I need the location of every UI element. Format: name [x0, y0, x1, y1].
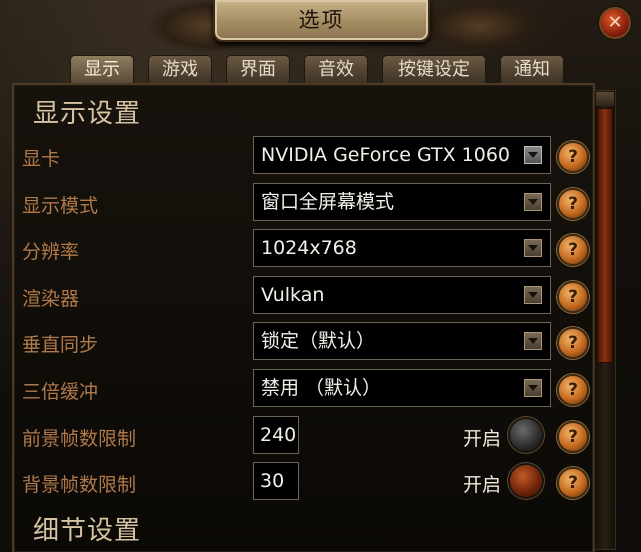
- title-plaque: 选项: [213, 0, 430, 42]
- display-mode-value: 窗口全屏幕模式: [261, 191, 395, 213]
- help-icon[interactable]: ?: [557, 421, 589, 453]
- dropdown-arrow-icon: [524, 193, 542, 211]
- tab-notifications[interactable]: 通知: [500, 55, 564, 84]
- dropdown-arrow-icon: [524, 379, 542, 397]
- renderer-value: Vulkan: [261, 284, 325, 306]
- tab-game[interactable]: 游戏: [148, 55, 212, 84]
- options-window: 选项 ✕ 显示 游戏 界面 音效 按键设定 通知 显示设置 显卡 NVIDIA …: [0, 0, 641, 552]
- vsync-value: 锁定（默认）: [261, 330, 376, 352]
- section-detail-title: 细节设置: [33, 516, 142, 546]
- tab-keybindings[interactable]: 按键设定: [382, 55, 486, 84]
- scrollbar-thumb[interactable]: [597, 108, 613, 363]
- dropdown-arrow-icon: [524, 332, 542, 350]
- gpu-value: NVIDIA GeForce GTX 1060: [261, 144, 511, 166]
- foreground-fps-toggle-label: 开启: [463, 428, 502, 450]
- background-fps-toggle[interactable]: [510, 465, 542, 497]
- label-resolution: 分辨率: [22, 241, 80, 263]
- triple-buffering-select[interactable]: 禁用 （默认）: [253, 369, 551, 407]
- help-icon[interactable]: ?: [557, 234, 589, 266]
- help-icon[interactable]: ?: [557, 141, 589, 173]
- help-icon[interactable]: ?: [557, 374, 589, 406]
- label-foreground-fps-limit: 前景帧数限制: [22, 428, 137, 450]
- help-icon[interactable]: ?: [557, 327, 589, 359]
- label-display-mode: 显示模式: [22, 195, 99, 217]
- foreground-fps-toggle[interactable]: [510, 419, 542, 451]
- tab-audio[interactable]: 音效: [304, 55, 368, 84]
- resolution-select[interactable]: 1024x768: [253, 229, 551, 267]
- help-icon[interactable]: ?: [557, 467, 589, 499]
- window-title: 选项: [298, 8, 345, 32]
- tab-display[interactable]: 显示: [70, 55, 134, 84]
- dropdown-arrow-icon: [524, 239, 542, 257]
- resolution-value: 1024x768: [261, 237, 357, 259]
- help-icon[interactable]: ?: [557, 188, 589, 220]
- help-icon[interactable]: ?: [557, 281, 589, 313]
- label-background-fps-limit: 背景帧数限制: [22, 474, 137, 496]
- triple-buffering-value: 禁用 （默认）: [261, 377, 382, 399]
- label-gpu: 显卡: [22, 148, 61, 170]
- renderer-select[interactable]: Vulkan: [253, 276, 551, 314]
- tab-interface[interactable]: 界面: [226, 55, 290, 84]
- section-display-title: 显示设置: [33, 99, 142, 129]
- display-mode-select[interactable]: 窗口全屏幕模式: [253, 183, 551, 221]
- label-vsync: 垂直同步: [22, 334, 99, 356]
- label-renderer: 渲染器: [22, 288, 80, 310]
- dropdown-arrow-icon: [524, 146, 542, 164]
- close-icon[interactable]: ✕: [599, 7, 631, 39]
- vsync-select[interactable]: 锁定（默认）: [253, 322, 551, 360]
- ornament-right: [420, 0, 540, 52]
- dropdown-arrow-icon: [524, 286, 542, 304]
- scroll-up-arrow-icon[interactable]: [596, 92, 614, 106]
- gpu-select[interactable]: NVIDIA GeForce GTX 1060: [253, 136, 551, 174]
- background-fps-input[interactable]: 30: [253, 462, 299, 500]
- background-fps-toggle-label: 开启: [463, 474, 502, 496]
- label-triple-buffering: 三倍缓冲: [22, 381, 99, 403]
- foreground-fps-input[interactable]: 240: [253, 416, 299, 454]
